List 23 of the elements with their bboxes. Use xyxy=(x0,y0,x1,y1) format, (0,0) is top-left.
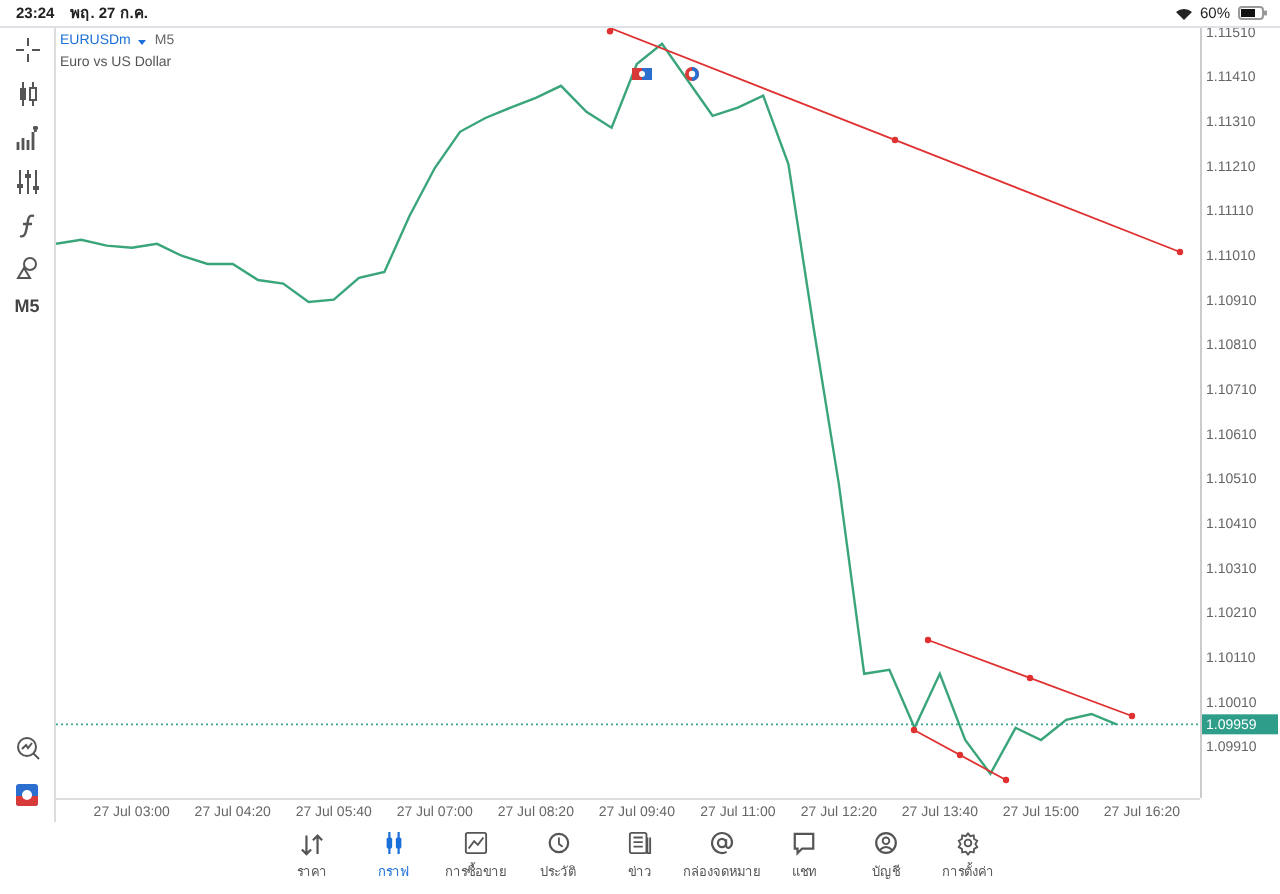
battery-icon xyxy=(1238,6,1268,20)
crosshair-icon[interactable] xyxy=(15,38,39,62)
trade-marker-icon xyxy=(632,68,652,80)
shapes-icon[interactable] xyxy=(15,256,39,280)
newspaper-icon xyxy=(628,830,652,856)
chat-icon xyxy=(792,830,816,856)
indicator-bars-icon[interactable] xyxy=(15,126,39,150)
sliders-icon[interactable] xyxy=(15,170,39,194)
wifi-icon xyxy=(1175,7,1192,19)
sort-arrows-icon xyxy=(300,830,324,856)
timeframe-label[interactable]: M5 xyxy=(14,294,40,321)
function-icon[interactable] xyxy=(15,214,39,238)
line-chart-icon xyxy=(464,830,488,856)
settings-icon xyxy=(956,830,980,856)
candlestick-icon xyxy=(382,830,406,856)
history-icon xyxy=(546,830,570,856)
app-logo-icon[interactable] xyxy=(16,784,38,806)
chart-search-icon[interactable] xyxy=(15,736,39,760)
person-icon xyxy=(874,830,898,856)
candlestick-icon[interactable] xyxy=(15,82,39,106)
trade-marker-icon xyxy=(685,67,699,81)
dropdown-icon[interactable] xyxy=(138,38,147,47)
at-sign-icon xyxy=(710,830,734,856)
